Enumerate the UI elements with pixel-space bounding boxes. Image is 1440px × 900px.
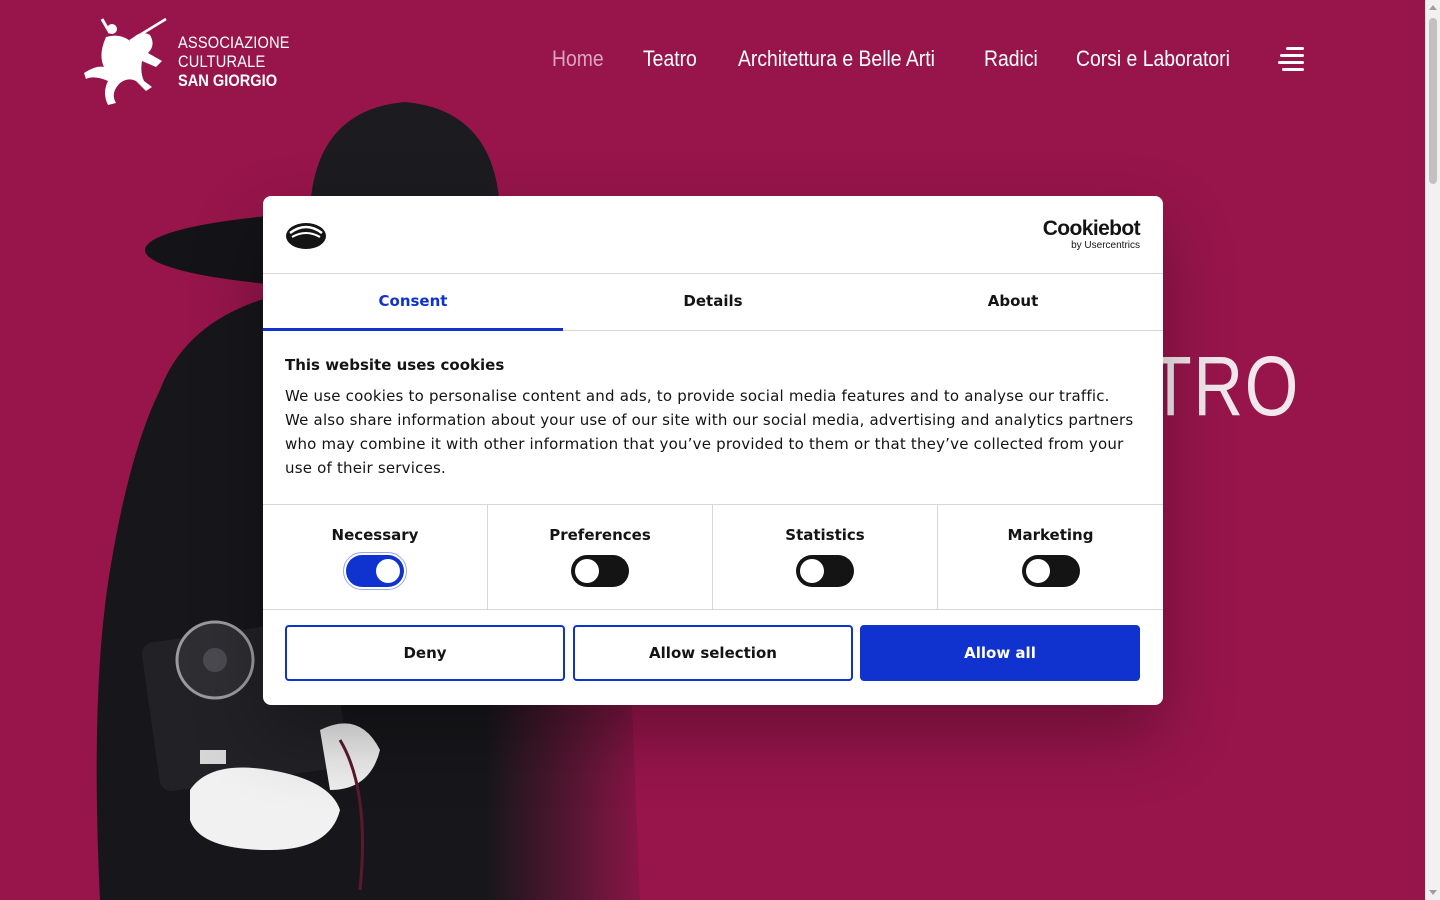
toggle-statistics: Statistics xyxy=(713,505,938,609)
page: TRO ASSOCIAZIONE CULTURALE SAN GIORGIO H… xyxy=(0,0,1425,900)
tab-details[interactable]: Details xyxy=(563,274,863,330)
toggle-necessary: Necessary xyxy=(263,505,488,609)
consent-buttons: Deny Allow selection Allow all xyxy=(285,625,1141,681)
page-scrollbar[interactable] xyxy=(1425,0,1440,900)
toggle-label: Marketing xyxy=(1007,526,1094,544)
nav-item-architettura[interactable]: Architettura e Belle Arti xyxy=(738,46,935,72)
nav-item-corsi[interactable]: Corsi e Laboratori xyxy=(1076,46,1230,72)
allow-all-button[interactable]: Allow all xyxy=(860,625,1140,681)
cookiebot-brand-sub: by Usercentrics xyxy=(1071,240,1140,251)
dialog-tabs: Consent Details About xyxy=(263,274,1163,331)
toggle-label: Preferences xyxy=(549,526,651,544)
tab-consent[interactable]: Consent xyxy=(263,274,563,331)
consent-heading: This website uses cookies xyxy=(285,356,505,374)
consent-toggles: Necessary Preferences Statistics Marketi… xyxy=(263,504,1163,610)
cookie-consent-dialog: Cookiebot by Usercentrics Consent Detail… xyxy=(263,196,1163,705)
scrollbar-thumb[interactable] xyxy=(1429,18,1437,184)
nav-item-radici[interactable]: Radici xyxy=(984,46,1038,72)
scroll-down-arrow-icon[interactable] xyxy=(1429,890,1437,895)
nav-item-home[interactable]: Home xyxy=(552,46,604,72)
toggle-label: Necessary xyxy=(331,526,419,544)
toggle-marketing: Marketing xyxy=(938,505,1163,609)
toggle-preferences: Preferences xyxy=(488,505,713,609)
hamburger-menu-icon[interactable] xyxy=(1278,47,1304,73)
consent-body: We use cookies to personalise content an… xyxy=(285,387,1134,477)
nav-item-teatro[interactable]: Teatro xyxy=(643,46,697,72)
allow-selection-button[interactable]: Allow selection xyxy=(573,625,853,681)
main-nav: Home Teatro Architettura e Belle Arti Ra… xyxy=(0,44,1425,78)
consent-content: This website uses cookies We use cookies… xyxy=(285,356,1135,480)
toggle-label: Statistics xyxy=(785,526,865,544)
marketing-switch[interactable] xyxy=(1021,555,1080,587)
preferences-switch[interactable] xyxy=(571,555,629,587)
necessary-switch[interactable] xyxy=(343,552,407,590)
cookiebot-brand[interactable]: Cookiebot by Usercentrics xyxy=(1042,217,1141,252)
deny-button[interactable]: Deny xyxy=(285,625,565,681)
tab-about[interactable]: About xyxy=(863,274,1163,330)
scroll-up-arrow-icon[interactable] xyxy=(1429,5,1437,10)
statistics-switch[interactable] xyxy=(796,555,854,587)
cookiebot-brand-name: Cookiebot xyxy=(1042,217,1141,240)
dialog-header: Cookiebot by Usercentrics xyxy=(263,196,1163,274)
cookiebot-logo-icon xyxy=(286,223,326,249)
